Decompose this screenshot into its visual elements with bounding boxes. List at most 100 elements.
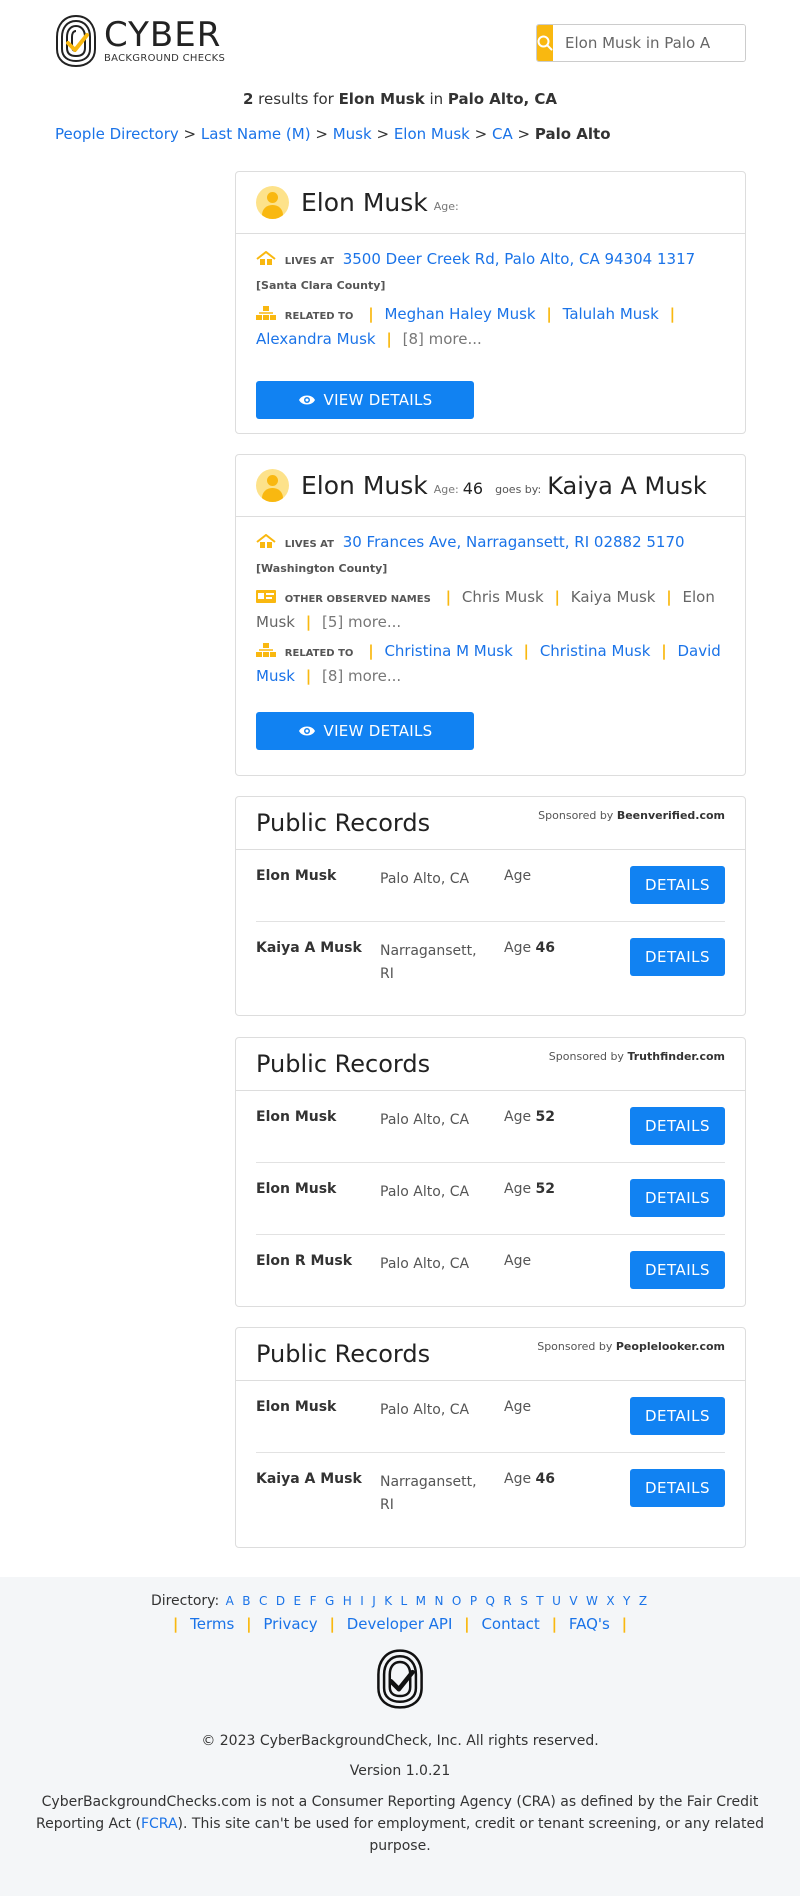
letter-link-z[interactable]: Z <box>639 1594 647 1608</box>
faq-link[interactable]: FAQ's <box>569 1615 610 1633</box>
breadcrumb-people-directory[interactable]: People Directory <box>55 125 179 143</box>
more-relatives-link[interactable]: [8] more... <box>403 330 482 348</box>
search-button[interactable] <box>537 25 553 61</box>
public-records-panel: Public Records Sponsored by Peoplelooker… <box>235 1327 746 1548</box>
record-age: Age <box>504 1399 531 1415</box>
letter-link-r[interactable]: R <box>503 1594 511 1608</box>
record-location: Palo Alto, CA <box>380 871 470 887</box>
letter-link-y[interactable]: Y <box>623 1594 630 1608</box>
details-button[interactable]: DETAILS <box>630 938 725 976</box>
person-name[interactable]: Elon Musk <box>301 471 428 500</box>
letter-link-x[interactable]: X <box>606 1594 614 1608</box>
breadcrumb-separator: > <box>315 125 328 143</box>
address-link[interactable]: 3500 Deer Creek Rd, Palo Alto, CA 94304 … <box>343 250 695 268</box>
view-details-button[interactable]: VIEW DETAILS <box>256 381 474 419</box>
letter-link-c[interactable]: C <box>259 1594 267 1608</box>
letter-link-o[interactable]: O <box>452 1594 461 1608</box>
record-row: Elon Musk Palo Alto, CA Age DETAILS <box>256 850 725 922</box>
record-row: Elon Musk Palo Alto, CA Age 52 DETAILS <box>256 1091 725 1163</box>
relative-link[interactable]: Talulah Musk <box>563 305 659 323</box>
breadcrumb-current: Palo Alto <box>534 125 611 143</box>
terms-link[interactable]: Terms <box>190 1615 234 1633</box>
search-input[interactable] <box>553 25 745 61</box>
breadcrumb-elon-musk[interactable]: Elon Musk <box>394 125 470 143</box>
breadcrumb-musk[interactable]: Musk <box>333 125 372 143</box>
view-details-label: VIEW DETAILS <box>323 722 433 740</box>
details-button[interactable]: DETAILS <box>630 1179 725 1217</box>
record-row: Elon Musk Palo Alto, CA Age 52 DETAILS <box>256 1163 725 1235</box>
relative-link[interactable]: Christina Musk <box>540 642 651 660</box>
breadcrumb-separator: > <box>517 125 531 143</box>
breadcrumb-last-name[interactable]: Last Name (M) <box>201 125 311 143</box>
letter-link-t[interactable]: T <box>536 1594 543 1608</box>
details-button[interactable]: DETAILS <box>630 1397 725 1435</box>
letter-link-w[interactable]: W <box>586 1594 598 1608</box>
results-place: Palo Alto, CA <box>447 90 558 108</box>
letter-link-a[interactable]: A <box>226 1594 234 1608</box>
letter-link-h[interactable]: H <box>343 1594 352 1608</box>
letter-link-e[interactable]: E <box>294 1594 302 1608</box>
letter-link-n[interactable]: N <box>434 1594 443 1608</box>
details-button[interactable]: DETAILS <box>630 1107 725 1145</box>
fingerprint-logo-icon <box>56 14 96 68</box>
eye-icon <box>298 395 315 405</box>
letter-link-v[interactable]: V <box>569 1594 577 1608</box>
relative-link[interactable]: Alexandra Musk <box>256 330 376 348</box>
letter-link-p[interactable]: P <box>470 1594 477 1608</box>
results-in: in <box>424 90 448 108</box>
letter-link-k[interactable]: K <box>384 1594 392 1608</box>
letter-link-d[interactable]: D <box>276 1594 285 1608</box>
sponsor-text: Sponsored by Truthfinder.com <box>549 1050 725 1063</box>
address-link[interactable]: 30 Frances Ave, Narragansett, RI 02882 5… <box>343 533 685 551</box>
letter-link-j[interactable]: J <box>372 1594 376 1608</box>
avatar <box>256 186 289 219</box>
letter-link-s[interactable]: S <box>520 1594 528 1608</box>
letter-link-b[interactable]: B <box>242 1594 250 1608</box>
age-value: 46 <box>535 1471 556 1487</box>
letter-link-l[interactable]: L <box>401 1594 408 1608</box>
home-icon <box>256 534 276 548</box>
separator: | <box>669 305 676 323</box>
relative-link[interactable]: Christina M Musk <box>384 642 512 660</box>
age-value: 46 <box>462 479 484 498</box>
sponsor-name: Beenverified.com <box>616 809 725 822</box>
other-name: Kaiya Musk <box>570 588 656 606</box>
record-age: Age 46 <box>504 1471 555 1487</box>
home-icon <box>256 251 276 265</box>
record-name: Kaiya A Musk <box>256 1471 362 1487</box>
person-card: Elon Musk Age: LIVES AT 3500 Deer Creek … <box>235 171 746 434</box>
details-button[interactable]: DETAILS <box>630 1469 725 1507</box>
record-age: Age <box>504 868 531 884</box>
fcra-link[interactable]: FCRA <box>141 1816 178 1832</box>
results-count: 2 <box>242 90 254 108</box>
details-button[interactable]: DETAILS <box>630 866 725 904</box>
letter-link-g[interactable]: G <box>325 1594 334 1608</box>
letter-link-q[interactable]: Q <box>486 1594 495 1608</box>
breadcrumb-state[interactable]: CA <box>492 125 513 143</box>
details-button[interactable]: DETAILS <box>630 1251 725 1289</box>
letter-link-i[interactable]: I <box>360 1594 364 1608</box>
separator: | <box>305 667 312 685</box>
letter-link-m[interactable]: M <box>416 1594 426 1608</box>
disclaimer: CyberBackgroundChecks.com is not a Consu… <box>35 1791 765 1857</box>
privacy-link[interactable]: Privacy <box>263 1615 317 1633</box>
relative-link[interactable]: Meghan Haley Musk <box>384 305 535 323</box>
footer-links: | Terms | Privacy | Developer API | Cont… <box>0 1615 800 1633</box>
copyright: © 2023 CyberBackgroundCheck, Inc. All ri… <box>201 1733 599 1749</box>
site-logo[interactable]: CYBER BACKGROUND CHECKS <box>54 13 225 69</box>
more-relatives-link[interactable]: [8] more... <box>322 667 401 685</box>
directory-label: Directory: <box>150 1593 220 1609</box>
contact-link[interactable]: Contact <box>481 1615 539 1633</box>
age-label: Age <box>504 868 532 884</box>
relatives-icon <box>256 306 276 320</box>
view-details-button[interactable]: VIEW DETAILS <box>256 712 474 750</box>
developer-api-link[interactable]: Developer API <box>347 1615 453 1633</box>
age-value: 46 <box>535 940 556 956</box>
breadcrumb-separator: > <box>376 125 390 143</box>
record-name: Elon Musk <box>256 1181 337 1197</box>
letter-link-f[interactable]: F <box>310 1594 317 1608</box>
more-names-link[interactable]: [5] more... <box>322 613 401 631</box>
letter-link-u[interactable]: U <box>552 1594 561 1608</box>
person-name[interactable]: Elon Musk <box>301 188 428 217</box>
public-records-panel: Public Records Sponsored by Truthfinder.… <box>235 1037 746 1307</box>
